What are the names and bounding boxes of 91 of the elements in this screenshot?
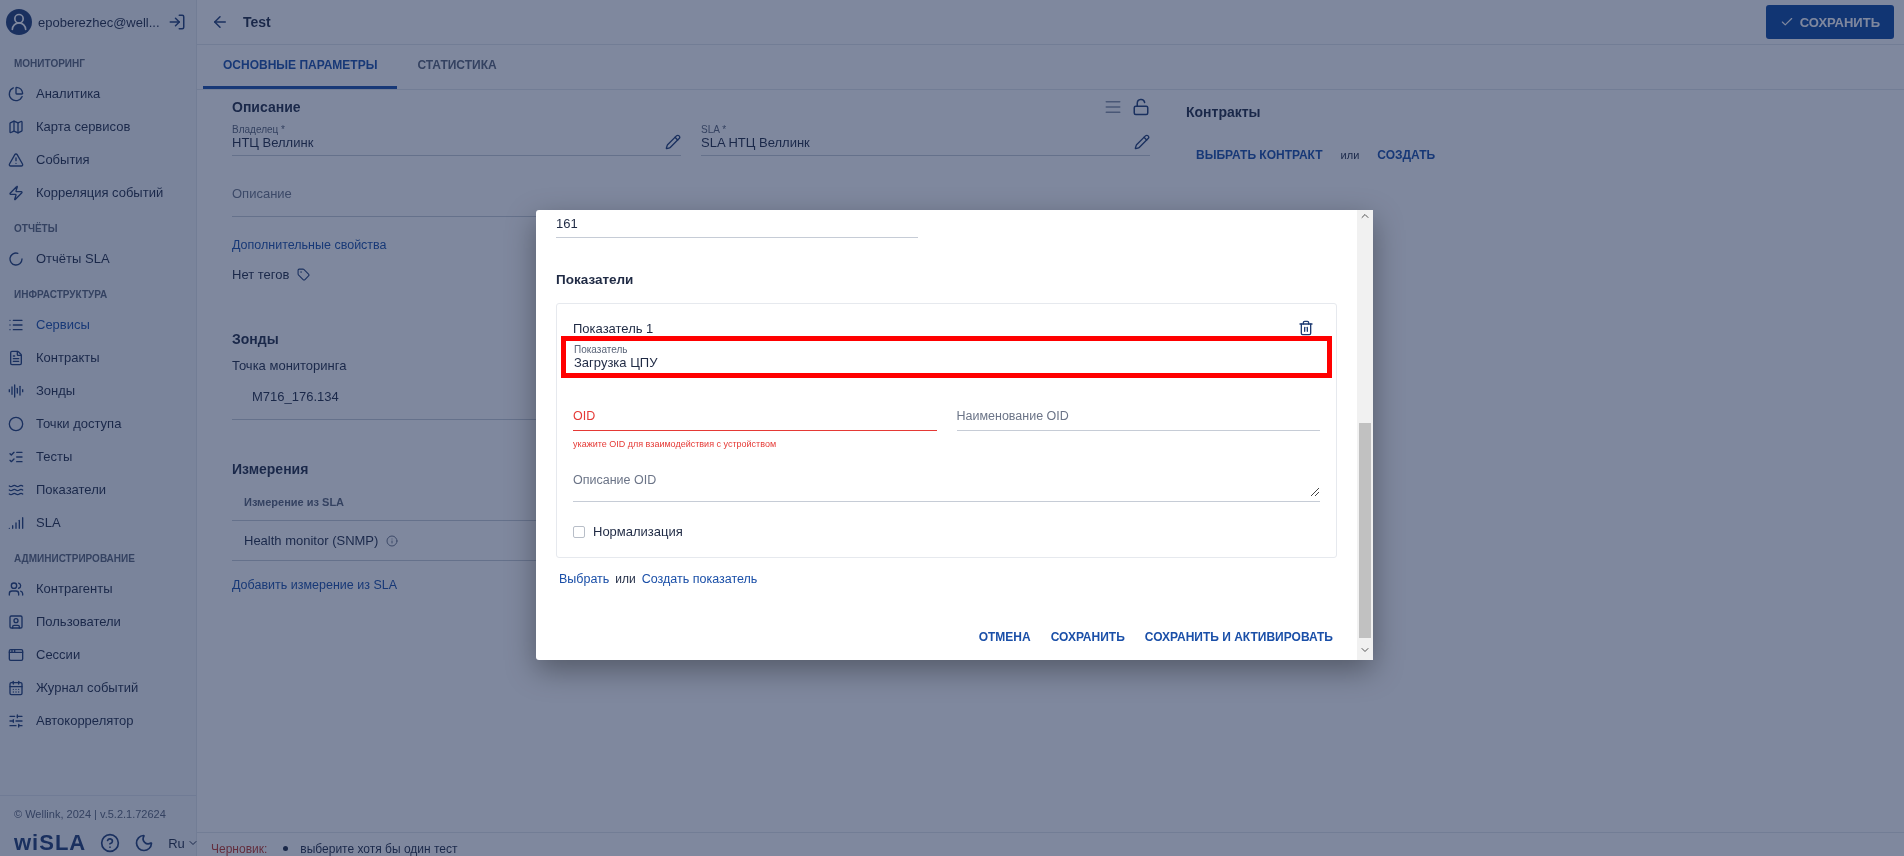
select-contract-button[interactable]: ВЫБРАТЬ КОНТРАКТ <box>1196 142 1323 168</box>
create-indicator-link[interactable]: Создать показатель <box>641 572 758 586</box>
lightning-icon <box>8 184 24 201</box>
language-select[interactable]: Ru <box>168 835 199 851</box>
oid-description-field[interactable]: Описание OID <box>573 467 1320 502</box>
checkbox-label: Нормализация <box>593 524 683 539</box>
save-button[interactable]: СОХРАНИТЬ <box>1765 5 1894 39</box>
calendar-icon <box>8 679 24 696</box>
window-icon <box>8 646 24 663</box>
sidebar-item[interactable]: Показатели <box>0 473 196 506</box>
section-heading: Контракты <box>1186 104 1262 120</box>
dialog-heading: Показатели <box>556 272 635 287</box>
sidebar-item[interactable]: Точки доступа <box>0 407 196 440</box>
tab[interactable]: ОСНОВНЫЕ ПАРАМЕТРЫ <box>203 44 398 89</box>
sidebar-item[interactable]: Журнал событий <box>0 671 196 704</box>
user-card-icon <box>8 613 24 630</box>
input-field[interactable]: 161 <box>556 210 918 238</box>
unlock-icon[interactable] <box>1132 98 1150 116</box>
sidebar-item[interactable]: Аналитика <box>0 77 196 110</box>
draft-label: Черновик: <box>211 841 268 856</box>
section-title: ОТЧЁТЫ <box>13 221 59 236</box>
input-field[interactable]: Владелец * НТЦ Веллинк <box>232 120 681 156</box>
avatar-icon <box>6 9 32 35</box>
tags-text: Нет тегов <box>232 267 290 282</box>
pie-chart-icon <box>8 85 24 102</box>
sidebar-item[interactable]: Контрагенты <box>0 572 196 605</box>
ring-icon <box>8 250 24 267</box>
section-title: ИНФРАСТРУКТУРА <box>13 288 109 302</box>
logout-icon[interactable] <box>168 13 186 31</box>
user-name: epoberezhec@well... <box>38 14 161 30</box>
sidebar-item[interactable]: Пользователи <box>0 605 196 638</box>
map-icon <box>8 118 24 135</box>
resize-handle-icon <box>1310 487 1320 497</box>
pencil-icon[interactable] <box>1134 134 1150 150</box>
help-icon[interactable] <box>100 833 121 853</box>
dialog-button[interactable]: СОХРАНИТЬ И АКТИВИРОВАТЬ <box>1144 626 1333 648</box>
oid-name-field[interactable]: Наименование OID <box>956 400 1320 431</box>
dialog-button[interactable]: СОХРАНИТЬ <box>1050 626 1125 648</box>
sidebar-item[interactable]: Тесты <box>0 440 196 473</box>
sidebar-item[interactable]: Сервисы <box>0 308 196 341</box>
logo: wiSLA <box>14 830 87 856</box>
sidebar-item[interactable]: Корреляция событий <box>0 176 196 209</box>
sidebar-item[interactable]: Автокоррелятор <box>0 704 196 737</box>
section-title: МОНИТОРИНГ <box>13 57 86 71</box>
select-link[interactable]: Выбрать <box>559 572 610 586</box>
circle-icon <box>8 415 24 432</box>
copyright: © Wellink, 2024 | v.5.2.1.72624 <box>14 808 167 820</box>
tab[interactable]: СТАТИСТИКА <box>397 44 517 89</box>
bullet-icon <box>283 846 289 851</box>
signal-icon <box>8 514 24 531</box>
back-icon[interactable] <box>211 13 229 31</box>
sidebar-item[interactable]: Контракты <box>0 341 196 374</box>
sidebar-item[interactable]: Сессии <box>0 638 196 671</box>
people-icon <box>8 580 24 597</box>
pencil-icon[interactable] <box>665 134 681 150</box>
sidebar-item[interactable]: Карта сервисов <box>0 110 196 143</box>
oid-field[interactable]: OID <box>573 400 937 431</box>
status-message: выберите хотя бы один тест <box>300 841 458 856</box>
section-heading: Зонды <box>232 331 279 347</box>
create-button[interactable]: СОЗДАТЬ <box>1377 142 1436 168</box>
check-icon <box>1779 15 1794 29</box>
table-cell: Health monitor (SNMP) <box>244 533 379 548</box>
sound-wave-icon <box>8 382 24 399</box>
document-icon <box>8 349 24 366</box>
input-field[interactable]: SLA * SLA НТЦ Веллинк <box>701 120 1150 156</box>
page-title: Test <box>243 14 272 30</box>
trash-icon[interactable] <box>1298 320 1314 336</box>
error-text: укажите OID для взаимодействия с устройством <box>573 439 778 449</box>
section-heading: Измерения <box>232 461 309 477</box>
or-text: или <box>615 572 636 586</box>
moon-icon[interactable] <box>134 833 155 853</box>
sidebar-item[interactable]: Зонды <box>0 374 196 407</box>
tag-icon[interactable] <box>297 268 311 281</box>
info-icon[interactable] <box>386 534 399 547</box>
lines-icon[interactable] <box>1104 98 1122 116</box>
sidebar-item[interactable]: SLA <box>0 506 196 539</box>
section-title: АДМИНИСТРИРОВАНИЕ <box>13 552 136 566</box>
field-label: Точка мониторинга <box>232 358 347 373</box>
scrollbar-thumb[interactable] <box>1359 423 1371 638</box>
or-text: или <box>1340 149 1360 161</box>
indicator-field[interactable]: Показатель Загрузка ЦПУ <box>561 336 1332 378</box>
card-title: Показатель 1 <box>573 320 654 336</box>
dialog-button[interactable]: ОТМЕНА <box>978 626 1031 648</box>
sidebar-item[interactable]: Отчёты SLA <box>0 242 196 275</box>
checkbox[interactable] <box>573 525 585 538</box>
warning-icon <box>8 151 24 168</box>
link[interactable]: Дополнительные свойства <box>232 238 387 252</box>
section-heading: Описание <box>232 99 301 115</box>
link[interactable]: Добавить измерение из SLA <box>232 578 397 592</box>
sliders-icon <box>8 712 24 729</box>
sidebar-item[interactable]: События <box>0 143 196 176</box>
